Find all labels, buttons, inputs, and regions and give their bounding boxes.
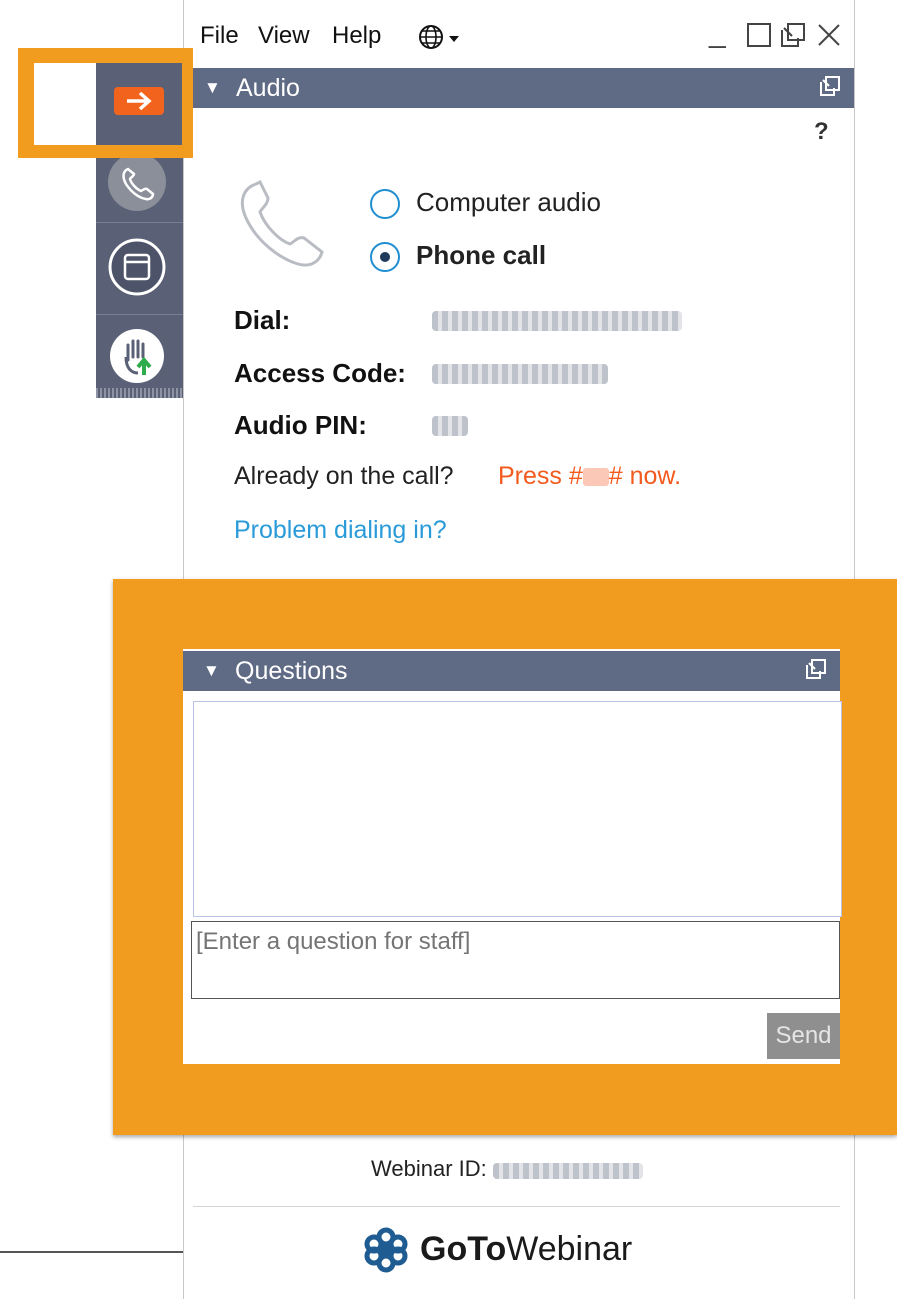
collapse-triangle-icon[interactable]: ▼ [204, 68, 221, 108]
close-icon [818, 24, 840, 46]
gotowebinar-logo-icon [364, 1227, 408, 1273]
webinar-id-label: Webinar ID: [371, 1156, 487, 1181]
questions-log[interactable] [193, 701, 842, 917]
problem-dialing-link[interactable]: Problem dialing in? [234, 516, 447, 545]
show-hide-panel-button[interactable] [114, 87, 164, 115]
computer-audio-label: Computer audio [416, 187, 601, 217]
phone-call-label: Phone call [416, 240, 547, 270]
sidebar-divider [96, 314, 183, 315]
press-pin-instruction: Press # # now. [498, 462, 681, 491]
globe-icon [419, 25, 459, 49]
language-dropdown[interactable] [416, 22, 472, 52]
phone-icon [240, 179, 324, 267]
maximize-button[interactable] [746, 16, 772, 56]
audio-section-title: Audio [236, 74, 300, 102]
popout-icon[interactable] [806, 659, 826, 679]
sidebar-divider [96, 222, 183, 223]
questions-panel: ▼ Questions Send [183, 649, 842, 1064]
popout-icon [781, 23, 805, 47]
raise-hand-icon [110, 329, 164, 383]
send-button[interactable]: Send [767, 1013, 840, 1059]
collapse-triangle-icon[interactable]: ▼ [203, 651, 220, 691]
webinar-id-redacted [492, 1163, 643, 1179]
access-code-label: Access Code: [234, 358, 406, 388]
gotowebinar-logo: GoToWebinar [362, 1226, 632, 1274]
maximize-icon [747, 23, 771, 47]
dial-number-redacted [432, 311, 682, 331]
phone-icon [122, 167, 155, 201]
arrow-right-icon [127, 91, 152, 111]
footer-divider [193, 1206, 840, 1207]
background-line [0, 1251, 183, 1253]
pin-redacted [582, 468, 609, 487]
computer-audio-radio[interactable] [370, 189, 400, 219]
menu-bar: File View Help _ [184, 0, 854, 66]
screen-view-sidebar-button[interactable] [108, 238, 166, 296]
press-prefix: Press # [498, 462, 583, 490]
brand-name: GoToWebinar [420, 1230, 632, 1269]
questions-section-title: Questions [235, 657, 348, 685]
webinar-id: Webinar ID: [371, 1156, 643, 1182]
audio-pin-redacted [432, 416, 468, 436]
questions-section-header[interactable]: ▼ Questions [183, 651, 840, 691]
question-input[interactable] [191, 921, 840, 999]
popout-window-button[interactable] [780, 16, 806, 56]
brand-rest: Webinar [506, 1230, 633, 1268]
window-icon [108, 238, 166, 296]
menu-file[interactable]: File [200, 22, 239, 50]
highlight-inner [34, 63, 96, 145]
access-code-redacted [432, 364, 608, 384]
minimize-button[interactable]: _ [709, 16, 726, 50]
dial-label: Dial: [234, 305, 291, 335]
raise-hand-sidebar-button[interactable] [108, 327, 166, 385]
menu-view[interactable]: View [258, 22, 310, 50]
press-suffix: # now. [608, 462, 682, 490]
audio-sidebar-button[interactable] [108, 153, 166, 211]
sidebar-bottom-grip[interactable] [96, 388, 183, 398]
audio-help-button[interactable]: ? [814, 118, 829, 146]
phone-call-radio[interactable] [370, 242, 400, 272]
menu-help[interactable]: Help [332, 22, 381, 50]
already-on-call-text: Already on the call? [234, 462, 454, 490]
popout-icon[interactable] [820, 76, 840, 96]
brand-bold: GoTo [420, 1230, 507, 1268]
audio-section-header[interactable]: ▼ Audio [184, 68, 854, 108]
close-button[interactable] [816, 16, 842, 56]
audio-pin-label: Audio PIN: [234, 410, 367, 440]
